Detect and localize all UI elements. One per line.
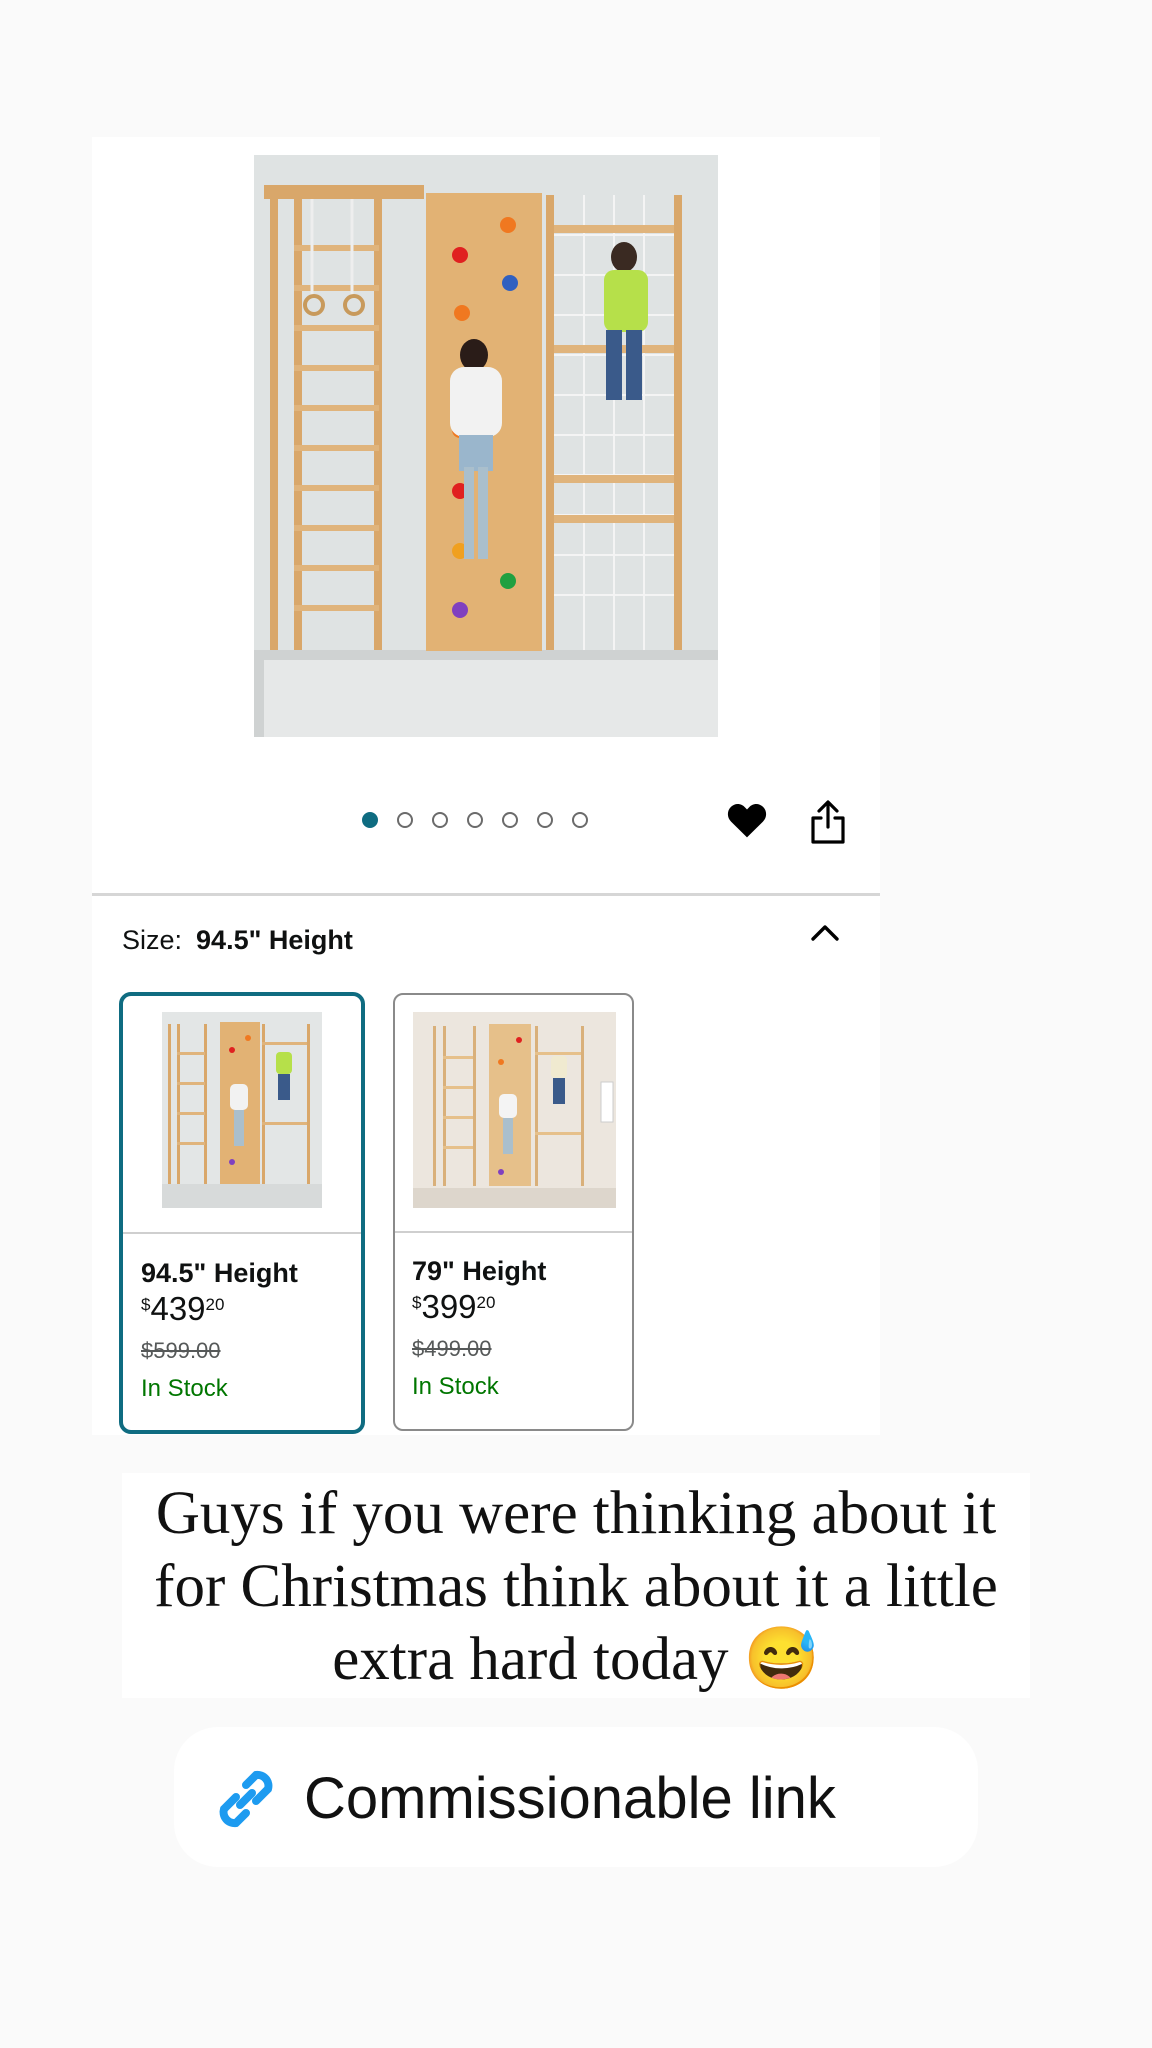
chevron-up-icon[interactable] <box>808 920 842 944</box>
size-label: Size: <box>122 925 183 955</box>
size-selector-header[interactable]: Size: 94.5" Height <box>122 925 353 956</box>
story-caption: Guys if you were thinking about it for C… <box>122 1473 1030 1698</box>
share-icon[interactable] <box>808 799 848 845</box>
option-price: $39920 <box>412 1288 496 1325</box>
option-list-price: $599.00 <box>141 1338 221 1363</box>
carousel-dot[interactable] <box>502 812 518 828</box>
carousel-dot[interactable] <box>397 812 413 828</box>
option-divider <box>395 1231 632 1233</box>
size-option-94-5[interactable]: 94.5" Height $43920 $599.00 In Stock <box>119 992 365 1434</box>
carousel-dot[interactable] <box>537 812 553 828</box>
carousel-dot[interactable] <box>572 812 588 828</box>
heart-icon[interactable] <box>725 798 769 842</box>
option-thumbnail <box>162 1012 322 1208</box>
carousel-dot[interactable] <box>432 812 448 828</box>
option-availability: In Stock <box>412 1373 499 1400</box>
carousel-dot[interactable] <box>362 812 378 828</box>
option-title: 94.5" Height <box>141 1258 298 1288</box>
section-divider <box>92 893 880 896</box>
link-sticker[interactable]: Commissionable link <box>174 1727 978 1867</box>
product-image[interactable] <box>254 155 718 737</box>
link-label: Commissionable link <box>304 1766 836 1831</box>
carousel-dot[interactable] <box>467 812 483 828</box>
option-thumbnail <box>413 1012 616 1208</box>
option-divider <box>123 1232 361 1234</box>
option-price: $43920 <box>141 1290 225 1327</box>
carousel-dots[interactable] <box>362 812 588 828</box>
option-availability: In Stock <box>141 1375 228 1402</box>
option-list-price: $499.00 <box>412 1336 492 1361</box>
size-selected-value: 94.5" Height <box>196 925 353 955</box>
option-title: 79" Height <box>412 1256 547 1286</box>
size-option-79[interactable]: 79" Height $39920 $499.00 In Stock <box>393 993 634 1431</box>
link-icon <box>206 1759 286 1839</box>
